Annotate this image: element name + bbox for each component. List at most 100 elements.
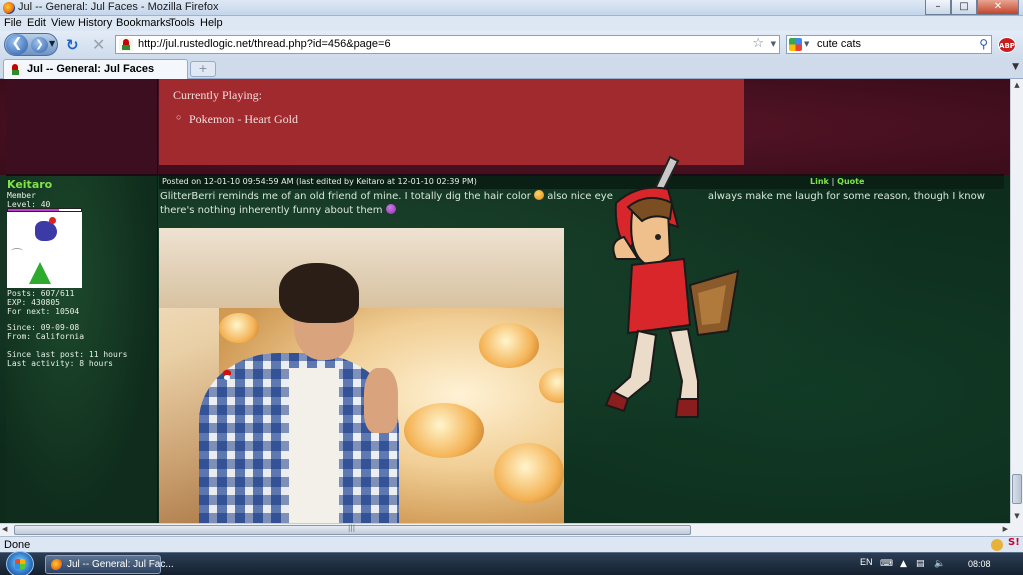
photo-wall	[159, 228, 564, 308]
menu-tools[interactable]: Tools	[169, 17, 195, 29]
post-quote[interactable]: Quote	[837, 177, 864, 186]
photo-hair	[279, 263, 359, 323]
tab-bar: Jul -- General: Jul Faces + ▼	[0, 58, 1023, 79]
currently-playing-item: Pokemon - Heart Gold	[176, 112, 298, 127]
url-bar[interactable]: http://jul.rustedlogic.net/thread.php?id…	[115, 35, 780, 54]
user-sidebar: Keitaro Member Level: 40 Posts: 607/611 …	[6, 176, 158, 523]
menu-bar: File Edit View History Bookmarks Tools H…	[0, 16, 1023, 31]
forward-icon[interactable]: ❯	[31, 37, 48, 53]
stop-icon[interactable]: ✕	[92, 35, 105, 54]
page-content: Currently Playing: Pokemon - Heart Gold …	[0, 79, 1010, 523]
menu-view[interactable]: View	[51, 17, 75, 29]
url-dropdown-icon[interactable]: ▼	[771, 40, 776, 48]
url-text[interactable]: http://jul.rustedlogic.net/thread.php?id…	[138, 38, 391, 50]
tab-label: Jul -- General: Jul Faces	[27, 63, 155, 75]
menu-history[interactable]: History	[78, 17, 112, 29]
back-icon[interactable]: ❮	[6, 34, 28, 55]
currently-playing-heading: Currently Playing:	[173, 88, 262, 102]
signature-box: Currently Playing: Pokemon - Heart Gold	[159, 79, 744, 165]
santa-sprite-icon	[221, 370, 233, 382]
signature-left-cell	[6, 79, 158, 175]
scroll-right-icon[interactable]: ▶	[1003, 525, 1008, 533]
back-forward-group: ❮ ❯ ▼	[4, 33, 58, 56]
minimize-button[interactable]: –	[925, 0, 951, 15]
taskbar-firefox-button[interactable]: Jul -- General: Jul Fac...	[45, 555, 174, 574]
photo-tee	[289, 368, 339, 523]
user-from: From: California	[7, 332, 85, 341]
avatar	[7, 212, 82, 288]
google-engine-icon[interactable]	[789, 38, 802, 51]
maximize-button[interactable]: □	[951, 0, 977, 15]
menu-help[interactable]: Help	[200, 17, 223, 29]
horizontal-scroll-thumb[interactable]: |||	[14, 524, 691, 535]
tab-list-icon[interactable]: ▼	[1012, 62, 1019, 72]
window-title-bar: Jul -- General: Jul Faces - Mozilla Fire…	[0, 0, 1023, 16]
scroll-down-icon[interactable]: ▼	[1011, 510, 1023, 523]
clock[interactable]: 08:08	[968, 559, 991, 569]
avatar-decoration	[11, 248, 23, 254]
vertical-scrollbar[interactable]: ▲ ▼	[1010, 79, 1023, 523]
post-body: GlitterBerri reminds me of an old friend…	[160, 190, 1000, 218]
tree-sprite-icon	[29, 262, 51, 284]
search-input[interactable]: cute cats	[817, 38, 861, 50]
post-area: Posted on 12-01-10 09:54:59 AM (last edi…	[159, 176, 1004, 523]
post-photo	[159, 228, 564, 523]
window-controls: – □ ✕	[925, 0, 1019, 15]
bird-sprite-icon	[35, 217, 57, 241]
horizontal-scrollbar[interactable]: ◀ ||| ▶	[0, 523, 1010, 536]
scroll-up-icon[interactable]: ▲	[1011, 79, 1023, 92]
status-text: Done	[4, 539, 31, 551]
link-character-sprite	[604, 155, 740, 418]
post-action-separator: |	[831, 177, 835, 186]
history-dropdown-icon[interactable]: ▼	[49, 39, 55, 48]
post-timestamp: Posted on 12-01-10 09:54:59 AM (last edi…	[162, 177, 477, 186]
language-indicator[interactable]: EN	[860, 557, 873, 567]
scroll-left-icon[interactable]: ◀	[2, 525, 7, 533]
adblock-icon[interactable]: ABP	[998, 37, 1016, 53]
purple-smiley-icon	[385, 204, 396, 214]
window-title: Jul -- General: Jul Faces - Mozilla Fire…	[18, 1, 219, 13]
photo-lamp	[219, 313, 259, 343]
taskbar-firefox-label: Jul -- General: Jul Fac...	[67, 559, 174, 570]
keyboard-icon[interactable]: ⌨	[880, 559, 893, 569]
volume-icon[interactable]: 🔈	[934, 559, 945, 569]
reload-icon[interactable]: ↻	[66, 36, 79, 54]
smiley-status-icon[interactable]	[991, 539, 1003, 551]
search-bar[interactable]: ▼ cute cats ⚲	[786, 35, 992, 54]
windows-taskbar: Jul -- General: Jul Fac... EN ⌨ ▲ ▤ 🔈 08…	[0, 551, 1023, 575]
tray-expand-icon[interactable]: ▲	[900, 559, 910, 569]
menu-bookmarks[interactable]: Bookmarks	[116, 17, 171, 29]
bookmark-star-icon[interactable]: ☆	[752, 36, 764, 51]
network-icon[interactable]: ▤	[916, 559, 926, 569]
menu-file[interactable]: File	[4, 17, 22, 29]
scrollbar-corner	[1010, 523, 1023, 536]
post-actions: Link | Quote	[810, 177, 864, 186]
addon-status-icon[interactable]: S!	[1008, 537, 1020, 548]
menu-edit[interactable]: Edit	[27, 17, 46, 29]
photo-lamp	[404, 403, 484, 458]
photo-lamp	[494, 443, 564, 503]
new-tab-button[interactable]: +	[190, 61, 216, 77]
user-for-next: For next: 10504	[7, 307, 80, 316]
scroll-grip-icon: |||	[348, 524, 356, 532]
search-icon[interactable]: ⚲	[979, 37, 988, 51]
firefox-icon	[51, 559, 63, 571]
status-bar: Done S!	[0, 536, 1023, 552]
photo-hand	[364, 368, 398, 433]
site-favicon-icon	[119, 38, 133, 51]
tab-jul-faces[interactable]: Jul -- General: Jul Faces	[3, 59, 188, 79]
smiley-icon	[534, 190, 545, 200]
signature-row: Currently Playing: Pokemon - Heart Gold	[0, 79, 1010, 176]
firefox-icon	[3, 2, 15, 14]
navigation-toolbar: ❮ ❯ ▼ ↻ ✕ http://jul.rustedlogic.net/thr…	[0, 31, 1023, 58]
start-button[interactable]	[6, 551, 34, 575]
user-last-activity: Last activity: 8 hours	[7, 359, 113, 368]
engine-dropdown-icon[interactable]: ▼	[804, 40, 809, 48]
post-text-part1: GlitterBerri reminds me of an old friend…	[160, 191, 531, 202]
vertical-scroll-thumb[interactable]	[1012, 474, 1022, 504]
close-button[interactable]: ✕	[977, 0, 1019, 15]
post-link[interactable]: Link	[810, 177, 829, 186]
username-link[interactable]: Keitaro	[7, 178, 52, 191]
post-header: Posted on 12-01-10 09:54:59 AM (last edi…	[159, 176, 1004, 189]
tab-favicon-icon	[9, 63, 22, 76]
